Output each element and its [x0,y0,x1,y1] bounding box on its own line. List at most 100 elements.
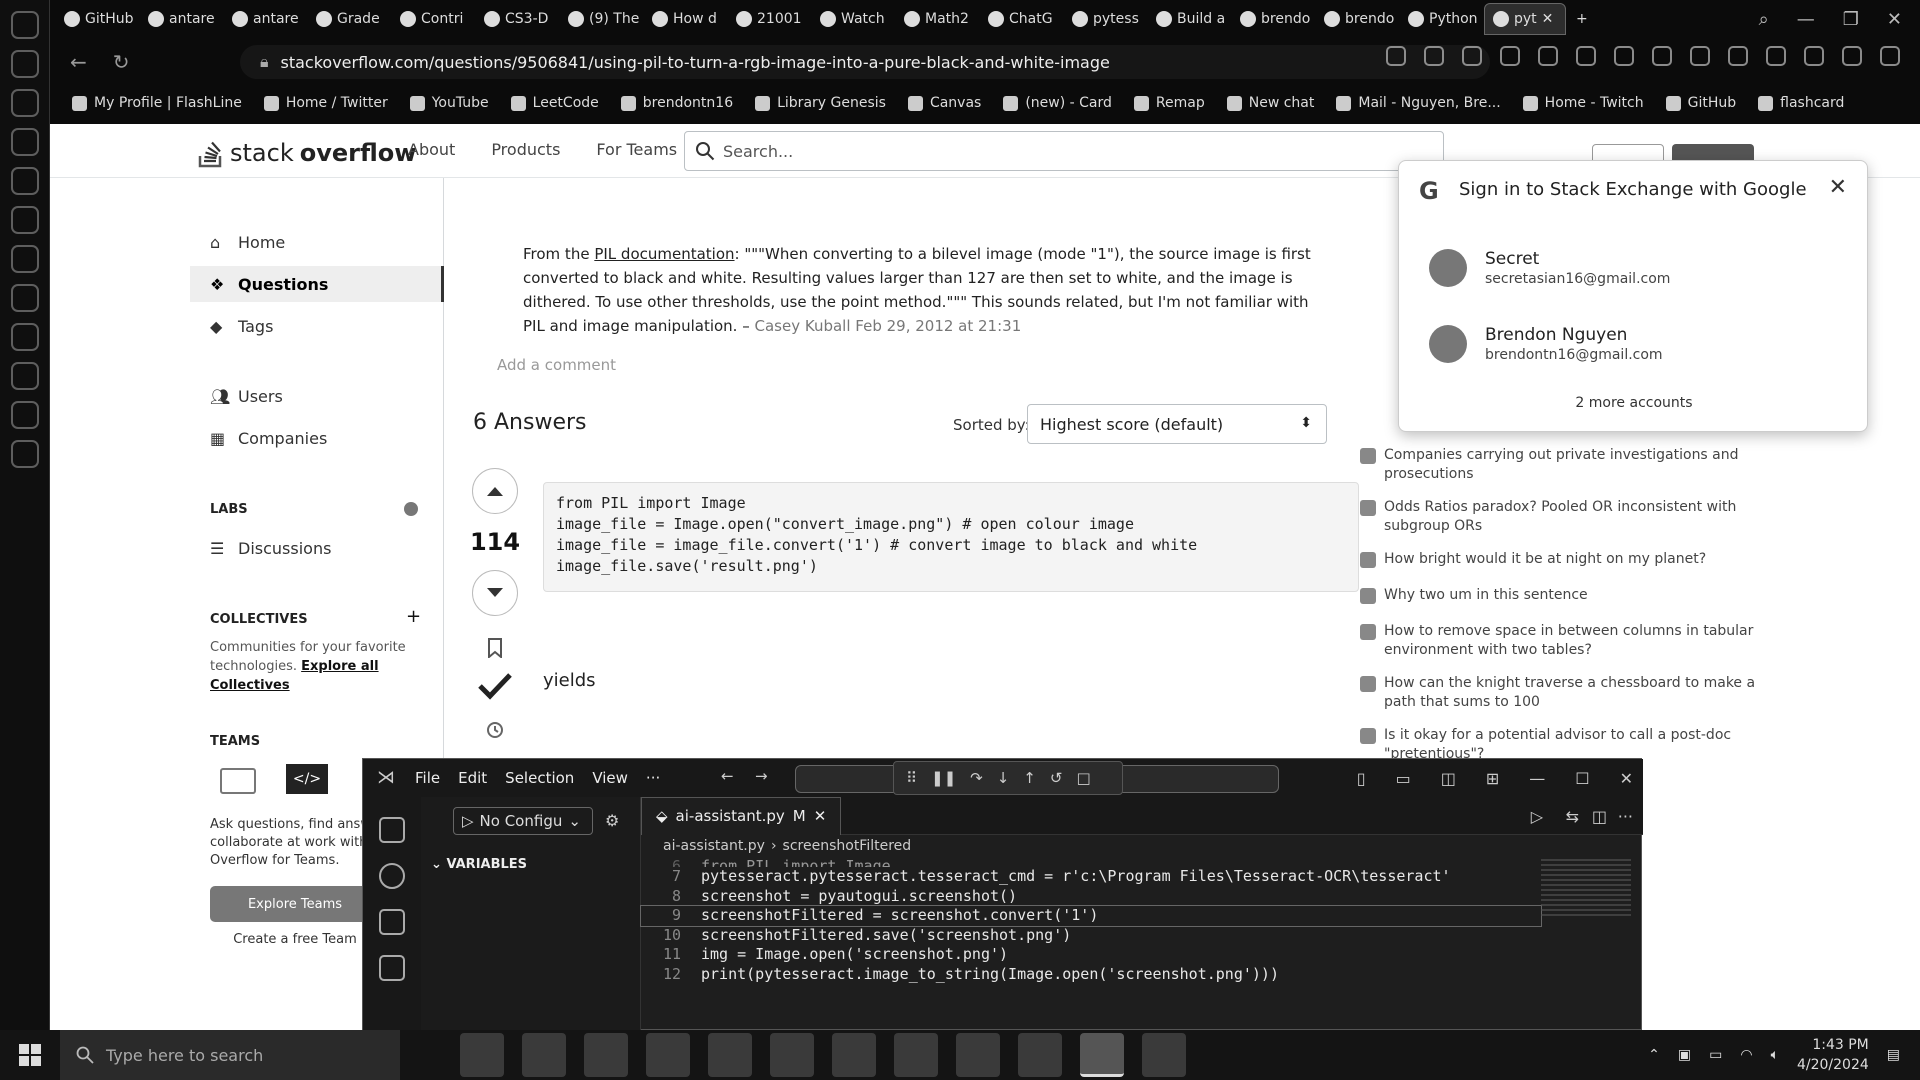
browser-tab[interactable]: antare [224,3,306,35]
browser-tab[interactable]: (9) The [560,3,642,35]
sidebar-item-users[interactable]: 👥︎ Users [190,378,444,414]
sidebar-item-tags[interactable]: ◆ Tags [190,308,444,344]
sidebar-item-companies[interactable]: ▦ Companies [190,420,444,456]
step-over-icon[interactable]: ↷ [970,769,983,787]
browser-tab[interactable]: Build a [1148,3,1230,35]
clock[interactable]: 1:43 PM 4/20/2024 [1797,1035,1869,1075]
tray-app-icon[interactable]: ▣ [1678,1047,1691,1063]
restart-icon[interactable]: ↺ [1050,769,1063,787]
add-comment-link[interactable]: Add a comment [497,356,616,374]
unity-icon[interactable] [894,1033,938,1077]
vscode-icon[interactable] [1080,1033,1124,1077]
extension-icon[interactable] [1728,46,1748,66]
browser-tab[interactable]: pytess [1064,3,1146,35]
rail-icon[interactable] [10,284,39,312]
browser-tab-active[interactable]: pyt ✕ [1484,3,1566,35]
plus-icon[interactable]: + [406,606,421,627]
browser-tab[interactable]: Python [1400,3,1482,35]
compare-icon[interactable]: ⇆ [1566,807,1579,826]
info-icon[interactable] [404,502,418,516]
bookmark[interactable]: Mail - Nguyen, Bre... [1336,95,1501,111]
browser-tab[interactable]: Contri [392,3,474,35]
bookmark-button[interactable] [467,638,523,658]
editor-tab[interactable]: ⬙ ai-assistant.py M ✕ [641,796,842,835]
breadcrumb-symbol[interactable]: screenshotFiltered [783,838,912,854]
bookmark[interactable]: YouTube [409,95,489,111]
menu-edit[interactable]: Edit [458,769,487,787]
create-team-link[interactable]: Create a free Team [210,932,380,947]
close-icon[interactable]: ✕ [1620,769,1633,788]
folder-icon[interactable] [646,1033,690,1077]
bookmark[interactable]: LeetCode [510,95,599,111]
reload-icon[interactable]: ↻ [113,50,130,74]
browser-tab[interactable]: brendo [1232,3,1314,35]
hot-question-link[interactable]: Companies carrying out private investiga… [1360,446,1760,484]
rail-icon[interactable] [10,11,39,39]
browser-tab[interactable]: 21001 [728,3,810,35]
rail-icon[interactable] [10,440,39,468]
shield-icon[interactable] [1500,46,1520,66]
browser-tab[interactable]: Watch [812,3,894,35]
new-tab-button[interactable]: + [1568,3,1598,35]
restore-icon[interactable]: ❐ [1843,9,1859,30]
sidebar-item-discussions[interactable]: ☰ Discussions [190,530,444,566]
rail-icon[interactable] [10,89,39,117]
hot-question-link[interactable]: How bright would it be at night on my pl… [1360,550,1760,569]
nav-for-teams[interactable]: For Teams [596,140,677,159]
browser-tab[interactable]: GitHub [56,3,138,35]
more-accounts-link[interactable]: 2 more accounts [1399,395,1869,411]
screenshot-icon[interactable] [1462,46,1482,66]
close-icon[interactable]: ✕ [1829,175,1847,200]
browser-tab[interactable]: CS3-D [476,3,558,35]
menu-icon[interactable] [1880,46,1900,66]
notifications-icon[interactable]: ▤ [1887,1047,1900,1063]
bookmark[interactable]: New chat [1226,95,1314,111]
maximize-icon[interactable]: ☐ [1575,769,1589,788]
rail-icon[interactable] [10,323,39,351]
forward-icon[interactable]: → [755,767,768,785]
nav-products[interactable]: Products [491,140,560,159]
bookmark[interactable]: brendontn16 [620,95,733,111]
start-button[interactable] [0,1030,60,1080]
send-icon[interactable] [1538,46,1558,66]
battery-icon[interactable]: ▭ [1709,1047,1722,1063]
toggle-panel-icon[interactable]: ▭ [1396,769,1411,788]
breadcrumb-file[interactable]: ai-assistant.py [663,838,765,854]
hot-question-link[interactable]: Odds Ratios paradox? Pooled OR inconsist… [1360,498,1760,536]
sidebar-item-questions[interactable]: ❖ Questions [190,266,444,302]
rail-icon[interactable] [10,245,39,273]
more-actions-icon[interactable]: ··· [1618,807,1633,826]
minimize-icon[interactable]: — [1529,769,1545,788]
minimap[interactable] [1541,859,1631,919]
rail-icon[interactable] [10,128,39,156]
reader-icon[interactable] [1386,46,1406,66]
close-tab-icon[interactable]: ✕ [1542,11,1554,27]
step-into-icon[interactable]: ↓ [997,769,1010,787]
menu-more[interactable]: ··· [646,769,660,787]
spotify-icon[interactable] [584,1033,628,1077]
heart-icon[interactable] [1576,46,1596,66]
extension-icon[interactable] [1652,46,1672,66]
customize-layout-icon[interactable]: ⊞ [1486,769,1499,788]
pil-docs-link[interactable]: PIL documentation [594,245,734,263]
browser-tab[interactable]: Math2 [896,3,978,35]
wifi-icon[interactable]: ◠ [1740,1047,1752,1063]
volume-icon[interactable]: 🔈︎ [1771,1047,1779,1063]
minimize-icon[interactable]: — [1797,9,1815,30]
explore-teams-button[interactable]: Explore Teams [210,886,380,922]
rail-icon[interactable] [10,206,39,234]
bookmark[interactable]: Home / Twitter [263,95,388,111]
bookmark[interactable]: My Profile | FlashLine [72,95,242,111]
bookmark[interactable]: Remap [1133,95,1205,111]
step-out-icon[interactable]: ↑ [1023,769,1036,787]
sidebar-item-home[interactable]: ⌂ Home [190,224,444,260]
browser-tab[interactable]: antare [140,3,222,35]
chevron-up-icon[interactable]: ⌃ [1648,1047,1660,1063]
search-tabs-icon[interactable]: ⌕ [1759,9,1769,30]
hot-question-link[interactable]: Why two um in this sentence [1360,586,1760,605]
sort-select[interactable]: Highest score (default) ⬍ [1027,404,1327,444]
code-editor[interactable]: 6 from PIL import Image 7 pytesseract.pyte… [640,857,1542,984]
menu-view[interactable]: View [592,769,628,787]
variables-section-header[interactable]: ⌄ VARIABLES [431,857,527,872]
pause-icon[interactable]: ❚❚ [931,769,956,787]
